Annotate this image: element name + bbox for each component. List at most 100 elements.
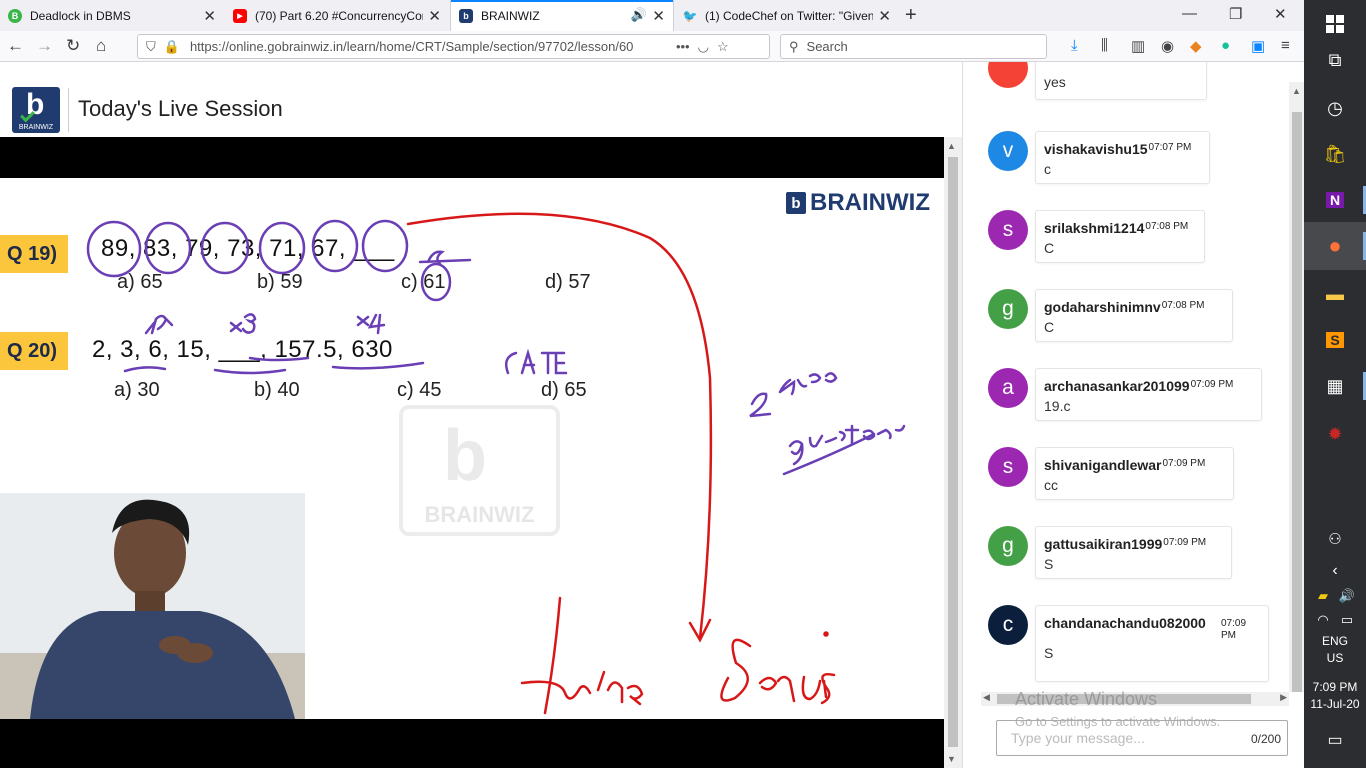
instructor-video-feed — [0, 493, 305, 719]
show-hidden-icons-chevron-icon[interactable]: ‹ — [1304, 562, 1366, 580]
chat-bubble: chandanachandu082000 07:09 PM S — [1035, 605, 1269, 682]
firefox-icon: ● — [1328, 233, 1342, 258]
input-region[interactable]: US — [1304, 651, 1366, 665]
account-icon[interactable]: ◉ — [1161, 37, 1174, 55]
url-text[interactable]: https://online.gobrainwiz.in/learn/home/… — [190, 39, 670, 54]
message-text: C — [1044, 319, 1055, 335]
minimize-window-icon[interactable]: — — [1182, 5, 1197, 22]
sidebar-icon[interactable]: ▥ — [1131, 37, 1145, 55]
character-counter: 0/200 — [1250, 732, 1281, 746]
message-time: 07:08 PM — [1161, 300, 1205, 311]
message-time: 07:07 PM — [1148, 142, 1192, 153]
pocket-icon[interactable]: ◡ — [698, 39, 709, 55]
home-icon[interactable]: ⌂ — [96, 36, 106, 56]
chat-message-list[interactable]: yes v vishakavishu1507:07 PM c s srilaks… — [963, 62, 1289, 692]
activate-windows-watermark: Activate Windows — [1015, 689, 1158, 709]
calculator-app[interactable]: ▦ — [1304, 362, 1366, 410]
volume-icon[interactable]: 🔊 — [1316, 588, 1366, 604]
gear-game-icon: ✹ — [1327, 423, 1343, 444]
save-extension-icon[interactable]: ▣ — [1251, 37, 1265, 55]
reload-icon[interactable]: ↻ — [66, 36, 80, 56]
message-text: S — [1044, 556, 1054, 572]
bookmark-star-icon[interactable]: ☆ — [717, 39, 729, 55]
file-explorer-app[interactable]: ▬ — [1304, 270, 1366, 318]
close-tab-icon[interactable]: ✕ — [428, 7, 441, 25]
onenote-app[interactable]: N — [1304, 176, 1366, 224]
chat-bubble: srilakshmi121407:08 PM C — [1035, 210, 1205, 263]
red-ink-annotation — [406, 212, 836, 715]
main-vertical-scrollbar[interactable]: ▲ ▼ — [944, 137, 962, 768]
message-username: shivanigandlewar07:09 PM — [1044, 457, 1206, 473]
downloads-icon[interactable]: ⤓ — [1071, 37, 1078, 54]
new-tab-plus-icon[interactable]: + — [905, 4, 917, 27]
onenote-icon: N — [1325, 192, 1345, 208]
scroll-up-arrow-icon[interactable]: ▲ — [1292, 86, 1301, 96]
purple-ink-circles — [86, 219, 906, 476]
clock-icon: ◷ — [1327, 97, 1343, 118]
message-text: yes — [1044, 74, 1066, 90]
message-username: vishakavishu1507:07 PM — [1044, 141, 1192, 157]
chat-message-input[interactable] — [1011, 730, 1231, 746]
message-time: 07:09 PM — [1162, 458, 1206, 469]
close-tab-icon[interactable]: ✕ — [652, 7, 665, 25]
input-language[interactable]: ENG — [1304, 634, 1366, 648]
sublime-text-app[interactable]: S — [1304, 316, 1366, 364]
brainwiz-favicon-icon: B — [8, 8, 22, 23]
message-username: godaharshinimnv07:08 PM — [1044, 299, 1205, 315]
metamask-extension-icon[interactable]: ◆ — [1190, 37, 1202, 55]
message-time: 07:09 PM — [1221, 618, 1247, 641]
people-icon[interactable]: ⚇ — [1304, 530, 1366, 548]
tab-title: (1) CodeChef on Twitter: "Given — [705, 8, 873, 23]
menu-hamburger-icon[interactable]: ≡ — [1281, 37, 1290, 54]
close-tab-icon[interactable]: ✕ — [878, 7, 891, 25]
shield-icon[interactable]: ⛉ — [146, 39, 156, 55]
firefox-app[interactable]: ● — [1304, 222, 1366, 270]
calculator-icon: ▦ — [1326, 375, 1344, 396]
close-tab-icon[interactable]: ✕ — [203, 7, 216, 25]
avatar: c — [988, 605, 1028, 645]
logo-label: BRAINWIZ — [18, 124, 54, 131]
microsoft-store-app[interactable]: 🛍 — [1304, 130, 1366, 178]
scroll-up-arrow-icon[interactable]: ▲ — [947, 141, 956, 151]
restore-window-icon[interactable]: ❐ — [1229, 5, 1242, 23]
brainwiz-favicon-icon: b — [459, 8, 473, 23]
browser-tab-twitter[interactable]: 🐦 (1) CodeChef on Twitter: "Given ✕ — [675, 0, 899, 31]
game-app[interactable]: ✹ — [1304, 410, 1366, 458]
forward-arrow-icon[interactable]: → — [36, 36, 53, 56]
alarms-clock-app[interactable]: ◷ — [1304, 84, 1366, 132]
message-username: srilakshmi121407:08 PM — [1044, 220, 1189, 236]
browser-tab-brainwiz[interactable]: b BRAINWIZ 🔊 ✕ — [450, 0, 674, 31]
browser-nav-bar: ← → ↻ ⌂ ⛉ 🔒 https://online.gobrainwiz.in… — [0, 31, 1304, 62]
task-view-button[interactable]: ⧉ — [1304, 36, 1366, 84]
action-center-notification-icon[interactable]: ▭ — [1304, 730, 1366, 750]
chat-message-box[interactable]: 0/200 — [996, 720, 1288, 756]
message-username: gattusaikiran199907:09 PM — [1044, 536, 1207, 552]
message-time: 07:08 PM — [1145, 221, 1189, 232]
avatar: v — [988, 131, 1028, 171]
scrollbar-thumb[interactable] — [948, 157, 958, 747]
chat-message: yes — [963, 62, 1289, 118]
back-arrow-icon[interactable]: ← — [7, 36, 24, 56]
browser-tab-youtube[interactable]: ▶ (70) Part 6.20 #ConcurrencyCon ✕ — [225, 0, 449, 31]
tab-audio-icon[interactable]: 🔊 — [631, 7, 647, 23]
scrollbar-thumb[interactable] — [1292, 112, 1302, 692]
browser-tab-deadlock[interactable]: B Deadlock in DBMS ✕ — [0, 0, 224, 31]
library-icon[interactable]: ⫼ — [1101, 37, 1108, 54]
scroll-right-arrow-icon[interactable]: ▶ — [1280, 692, 1287, 703]
brainwiz-logo[interactable]: b BRAINWIZ — [12, 87, 60, 133]
clock-date[interactable]: 11-Jul-20 — [1304, 697, 1366, 711]
search-bar[interactable]: ⚲ Search — [780, 34, 1047, 59]
lock-icon[interactable]: 🔒 — [164, 39, 180, 55]
scroll-left-arrow-icon[interactable]: ◀ — [983, 692, 990, 703]
url-bar[interactable]: ⛉ 🔒 https://online.gobrainwiz.in/learn/h… — [137, 34, 770, 59]
chat-bubble: godaharshinimnv07:08 PM C — [1035, 289, 1233, 342]
clock-time[interactable]: 7:09 PM — [1304, 680, 1366, 694]
scroll-down-arrow-icon[interactable]: ▼ — [947, 754, 956, 764]
page-actions-icon[interactable]: ••• — [676, 39, 690, 54]
battery-icon[interactable]: ▭ — [1316, 612, 1366, 628]
close-window-icon[interactable]: ✕ — [1274, 5, 1287, 23]
live-video-player[interactable]: b BRAINWIZ b BRAINWIZ Q 19) 89, 83, 79, … — [0, 137, 944, 768]
search-icon: ⚲ — [789, 38, 799, 54]
avatar — [988, 62, 1028, 88]
grammarly-extension-icon[interactable]: ● — [1221, 37, 1230, 54]
